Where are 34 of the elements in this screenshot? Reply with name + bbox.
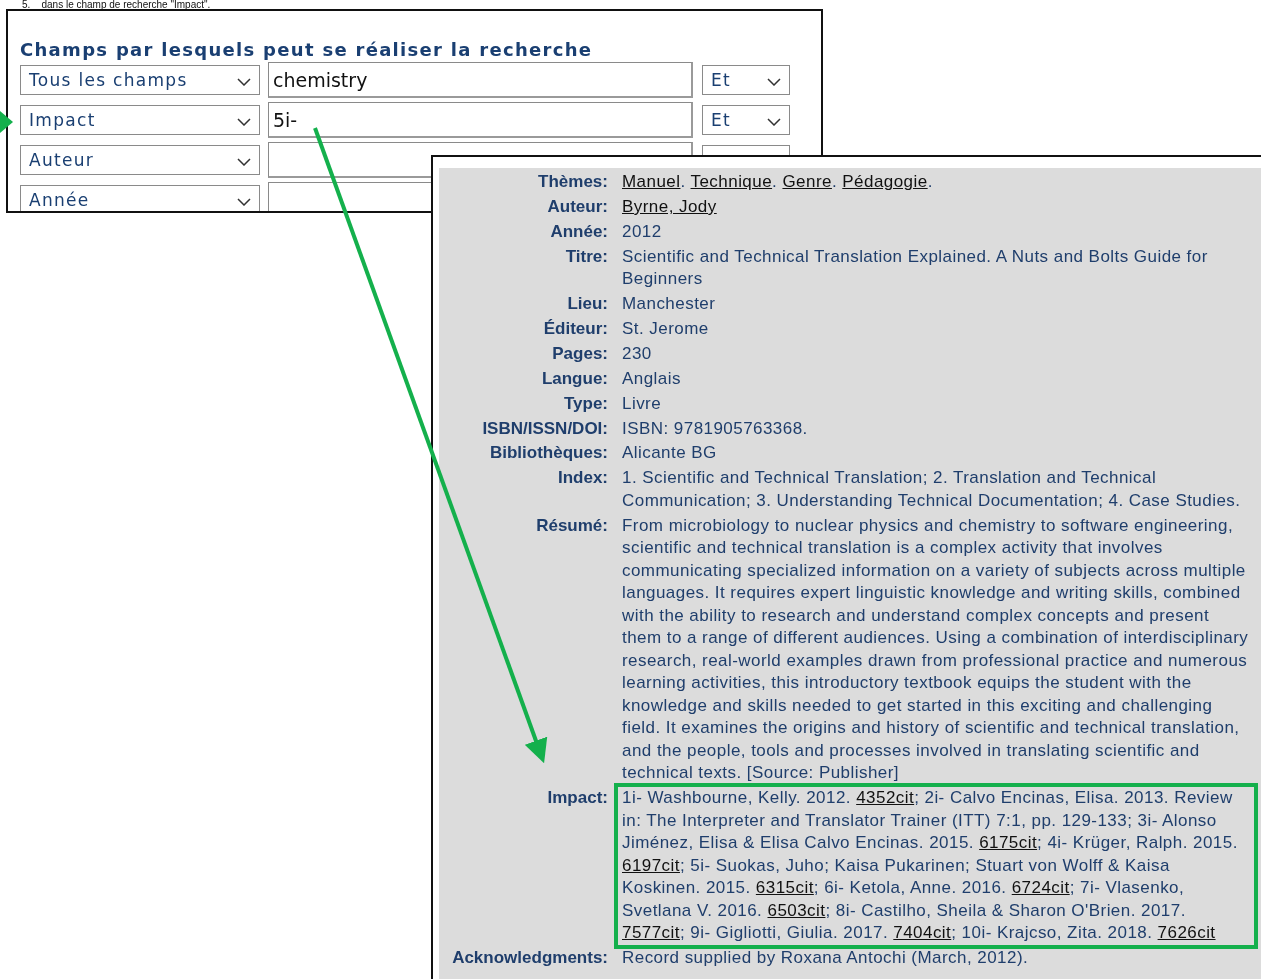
- panel-title: Champs par lesquels peut se réaliser la recherche: [20, 40, 594, 60]
- field-value: From microbiology to nuclear physics and chemistry to software engineering, scientific and technical translation is a complex activity that involves communicating specialized information on a variety of subjects across multiple languages. It requires expert linguistic knowledge and writing skills, combined with the ability to research and understand complex concepts and present them to a range of different audiences. Using a combination of interdisciplinary research, real-world examples drawn from professional practice and numerous learning activities, this introductory textbook equips the student with the knowledge and skills needed to get started in this exciting and challenging field. It examines the origins and history of scientific and technical translation, and the people, tools and processes involved in translating scientific and technical texts. [Source: Publisher]: [622, 514, 1250, 785]
- field-text: .: [927, 172, 933, 192]
- field-value: ISBN: 9781905763368.: [622, 417, 809, 440]
- field-value: 1. Scientific and Technical Translation; 2. Translation and Technical Communication; 3. Understanding Technical Documentation; 4. Case Studies.: [622, 467, 1242, 512]
- field-label: Langue:: [540, 367, 608, 390]
- field-value: Manchester: [622, 293, 717, 316]
- field-label: Bibliothèques:: [488, 442, 608, 465]
- field-label: Thèmes:: [537, 171, 608, 194]
- field-label: Acknowledgments:: [451, 946, 608, 969]
- field-value: Livre: [622, 392, 663, 415]
- field-label: Éditeur:: [542, 318, 608, 341]
- field-value: 230: [622, 342, 653, 365]
- field-value: Scientific and Technical Translation Explained. A Nuts and Bolts Guide for Beginners: [622, 245, 1209, 291]
- field-label: Pages:: [551, 342, 608, 365]
- field-label: Auteur:: [546, 196, 608, 219]
- field-label: Type:: [562, 392, 608, 415]
- field-value: Alicante BG: [622, 442, 718, 465]
- highlighted-field-value: 1i- Washbourne, Kelly. 2012. 4352cit; 2i- Calvo Encinas, Elisa. 2013. Review in: The Interpreter and Translator Trainer (ITT) 7:1, pp. 129-133; 3i- Alonso Jiménez, Elisa & Elisa Calvo Encinas. 2015. 6175cit; 4i- Krüger, Ralph. 2015. 6197cit; 5i- Suokas, Juho; Kaisa Pukarinen; Stuart von Wolff & Kaisa Koskinen. 2015. 6315cit; 6i- Ketola, Anne. 2016. 6724cit; 7i- Vlasenko, Svetlana V. 2016. 6503cit; 8i- Castilho, Sheila & Sharon O'Brien. 2017. 7577cit; 9i- Gigliotti, Giulia. 2017. 7404cit; 10i- Krajcso, Zita. 2018. 7626cit: [614, 783, 1258, 949]
- field-label: Lieu:: [566, 293, 608, 316]
- instruction-text: 5. dans le champ de recherche "Impact".: [22, 0, 211, 9]
- field-label: Index:: [556, 467, 608, 490]
- field-label: Résumé:: [535, 514, 608, 537]
- field-text: .: [831, 172, 839, 192]
- field-value: St. Jerome: [622, 318, 710, 341]
- field-label: Année:: [549, 220, 608, 243]
- field-label: ISBN/ISSN/DOI:: [481, 417, 608, 440]
- field-value: Record supplied by Roxana Antochi (March, 2012).: [622, 946, 1030, 969]
- field-value: 2012: [622, 220, 663, 243]
- field-text: .: [680, 172, 687, 192]
- field-label: Impact:: [546, 787, 608, 810]
- field-value: Anglais: [622, 367, 682, 390]
- field-label: Titre:: [564, 245, 608, 268]
- field-text: .: [772, 172, 779, 192]
